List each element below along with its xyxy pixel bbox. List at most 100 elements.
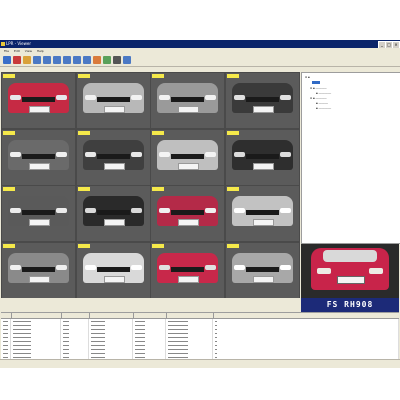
vehicle-grille (245, 153, 279, 159)
camera-tile[interactable] (151, 242, 224, 298)
camera-tag (3, 187, 15, 191)
camera-tile[interactable] (151, 73, 224, 128)
camera-tile[interactable] (76, 242, 150, 298)
vehicle-grille (245, 210, 279, 215)
license-plate (252, 106, 274, 113)
license-plate (178, 162, 199, 170)
table-column-header[interactable] (166, 313, 214, 318)
table-column-header[interactable] (213, 313, 399, 318)
table-column-header[interactable] (11, 313, 62, 318)
license-plate (103, 106, 125, 113)
camera-tile[interactable] (76, 73, 150, 128)
license-plate (178, 219, 199, 226)
open-icon[interactable] (3, 56, 11, 64)
camera-tag (3, 243, 15, 248)
camera-tag (226, 130, 239, 135)
record-icon[interactable] (13, 56, 21, 64)
license-plate (178, 275, 199, 283)
headlight-right (205, 264, 216, 270)
vehicle-grille (96, 266, 130, 272)
camera-1-icon[interactable] (33, 56, 41, 64)
vehicle-grille (96, 153, 130, 159)
vehicle-grille (96, 97, 130, 102)
title-bar: LPR - Viewer _ □ × (0, 40, 400, 49)
table-column-header[interactable] (61, 313, 90, 318)
camera-tile[interactable] (225, 73, 299, 128)
headlight-right (279, 264, 291, 270)
license-plate (178, 106, 199, 113)
report-icon[interactable] (93, 56, 101, 64)
headlight-right (56, 208, 67, 213)
tree-node-1[interactable]: ⊟ ▪ ─────── (310, 87, 327, 90)
print-icon[interactable] (113, 56, 121, 64)
license-plate (103, 162, 125, 170)
headlight-left (10, 264, 21, 270)
camera-tag (77, 74, 90, 78)
headlight-left (159, 151, 170, 157)
camera-tag (152, 130, 164, 135)
camera-tag (3, 130, 15, 135)
tree-node-4[interactable]: ▪ ────── (316, 102, 328, 105)
camera-tag (226, 74, 239, 78)
camera-tile[interactable] (225, 129, 299, 185)
camera-tile[interactable] (2, 242, 75, 298)
camera-4-icon[interactable] (63, 56, 71, 64)
tree-node-3[interactable]: ⊟ ▪ ─────── (310, 97, 327, 100)
license-plate (252, 219, 274, 226)
tree-root-icon[interactable]: ⊟ ▪ (305, 76, 310, 79)
headlight-right (130, 95, 142, 100)
camera-tag (152, 243, 164, 248)
toolbar (0, 54, 400, 67)
folder-icon[interactable] (23, 56, 31, 64)
headlight-right (56, 95, 67, 100)
camera-3-icon[interactable] (53, 56, 61, 64)
vehicle-grille (245, 266, 279, 272)
tree-node-selected[interactable] (312, 81, 320, 84)
vehicle-grille (22, 97, 55, 102)
vehicle-grille (171, 97, 204, 102)
camera-tag (77, 243, 90, 248)
vehicle-grille (96, 210, 130, 215)
help-icon[interactable] (123, 56, 131, 64)
table-column-header[interactable] (133, 313, 167, 318)
headlight-right (130, 208, 142, 213)
database-icon[interactable] (83, 56, 91, 64)
headlight-right (279, 95, 291, 100)
license-plate (29, 275, 50, 283)
headlight-left (233, 95, 245, 100)
grid-view-icon[interactable] (73, 56, 81, 64)
vehicle-grille (22, 266, 55, 272)
camera-tile[interactable] (76, 186, 150, 241)
headlight-right (279, 208, 291, 213)
camera-tile[interactable] (2, 129, 75, 185)
tree-node-2[interactable]: ▪ ──────── (316, 92, 331, 95)
camera-tile[interactable] (76, 129, 150, 185)
window-title: LPR - Viewer (6, 41, 32, 46)
camera-2-icon[interactable] (43, 56, 51, 64)
camera-tile[interactable] (2, 186, 75, 241)
table-column-header[interactable] (89, 313, 134, 318)
headlight-left (10, 151, 21, 157)
license-plate (29, 106, 50, 113)
tree-node-5[interactable]: ▪ ──────── (316, 107, 331, 110)
camera-tile[interactable] (2, 73, 75, 128)
camera-tile[interactable] (225, 242, 299, 298)
camera-tile[interactable] (151, 129, 224, 185)
vehicle-grille (171, 210, 204, 215)
vehicle-grille (22, 210, 55, 215)
app-window: LPR - Viewer _ □ × File Edit View Help ⊟… (0, 40, 400, 368)
headlight-right (130, 151, 142, 157)
camera-tile[interactable] (151, 186, 224, 241)
headlight-right (205, 151, 216, 157)
camera-tag (226, 243, 239, 248)
camera-tag (77, 187, 90, 191)
settings-icon[interactable] (103, 56, 111, 64)
headlight-left (233, 208, 245, 213)
camera-tile[interactable] (225, 186, 299, 241)
vehicle-grille (171, 266, 204, 272)
headlight-right (56, 151, 67, 157)
camera-tag (152, 187, 164, 191)
preview-plate (337, 276, 365, 284)
headlight-left (159, 264, 170, 270)
headlight-left (84, 264, 96, 270)
